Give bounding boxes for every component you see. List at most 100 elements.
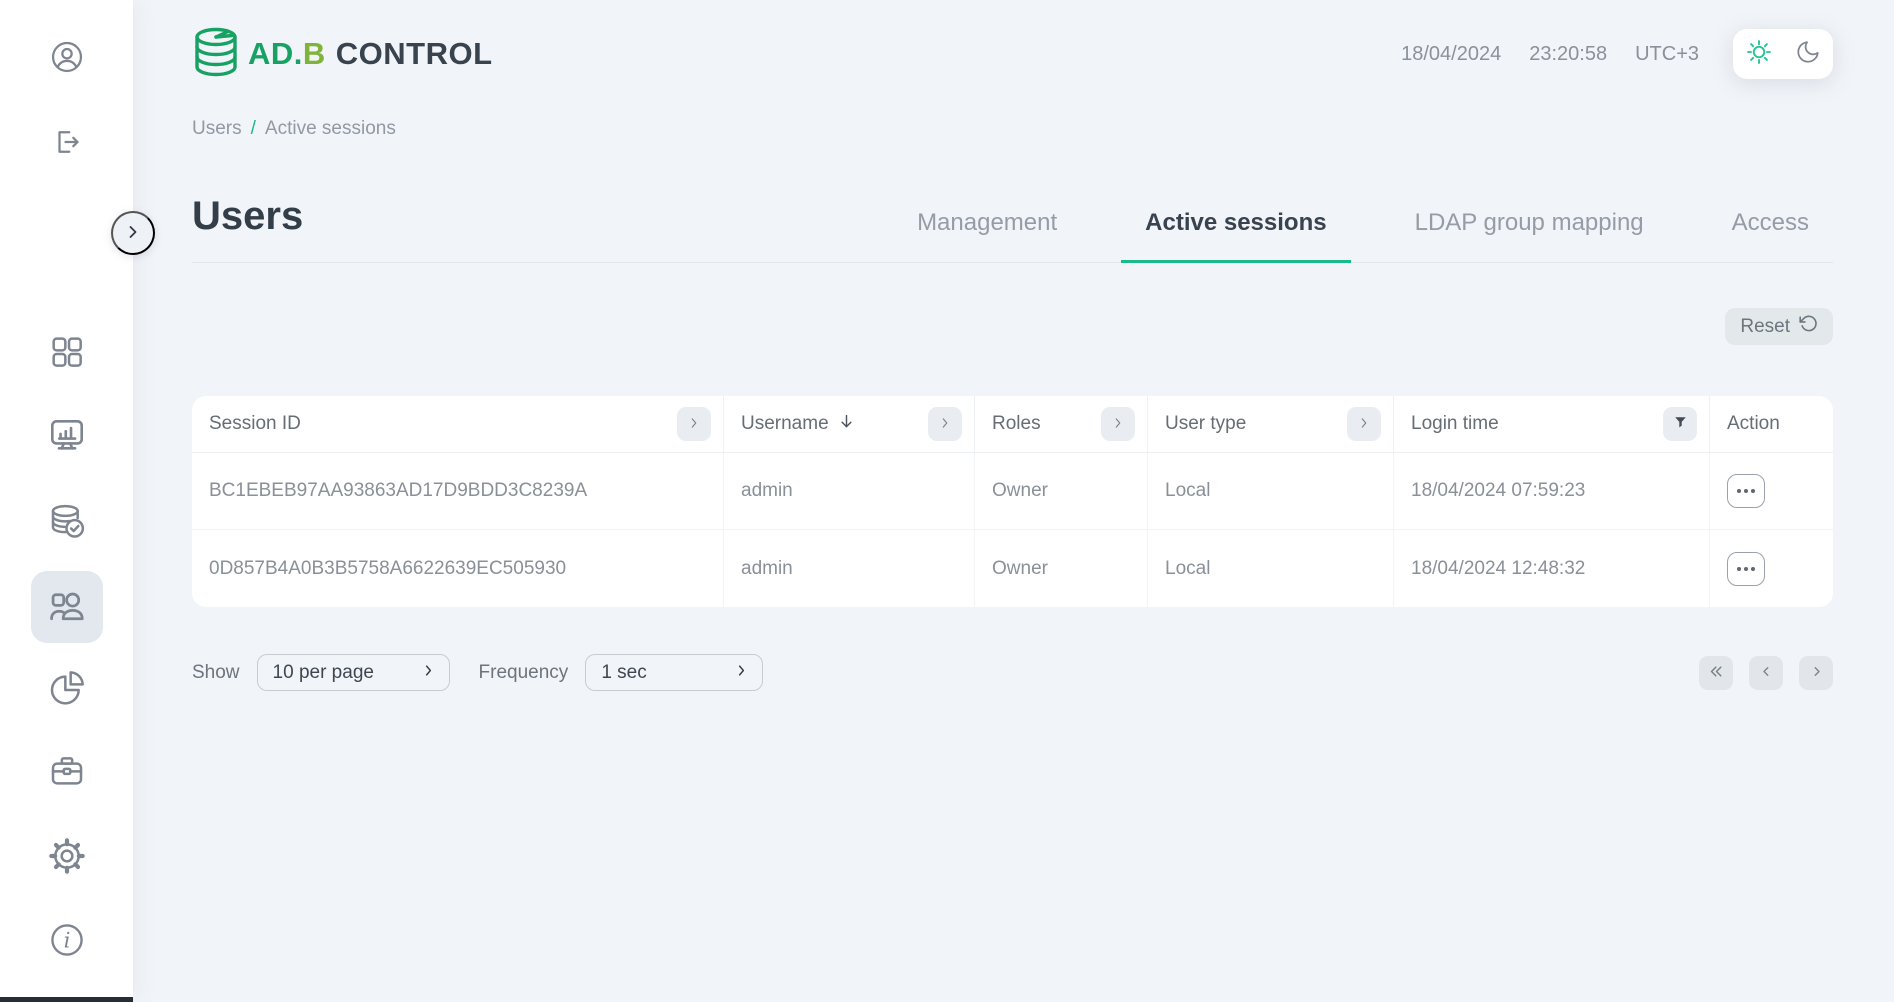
sidebar-item-jobs[interactable]	[45, 751, 89, 795]
column-header-action: Action	[1710, 396, 1833, 452]
cell-roles: Owner	[975, 530, 1148, 607]
frequency-dropdown[interactable]: 1 sec	[585, 654, 763, 691]
svg-text:i: i	[63, 928, 70, 953]
logo-wordmark: AD. B CONTROL	[248, 36, 493, 72]
cell-session-id: 0D857B4A0B3B5758A6622639EC505930	[192, 530, 724, 607]
active-sessions-table: Session ID Username Roles	[192, 396, 1833, 607]
reports-icon	[47, 668, 87, 713]
timezone: UTC+3	[1635, 43, 1699, 66]
account-icon	[49, 39, 85, 80]
next-page-button[interactable]	[1799, 656, 1833, 690]
dashboard-icon	[47, 332, 87, 377]
sidebar-item-reports[interactable]	[45, 668, 89, 712]
chevron-right-icon	[123, 222, 143, 245]
sidebar-item-database-audit[interactable]	[45, 501, 89, 545]
logo-text-suffix: CONTROL	[336, 36, 493, 72]
column-header-user-type: User type	[1148, 396, 1394, 452]
column-header-username: Username	[724, 396, 975, 452]
logo-text-secondary: B	[303, 36, 326, 72]
info-icon: i	[48, 921, 86, 964]
top-bar: AD. B CONTROL 18/04/2024 23:20:58 UTC+3	[192, 26, 1833, 82]
sidebar-item-dashboard[interactable]	[45, 332, 89, 376]
column-header-session-id: Session ID	[192, 396, 724, 452]
top-bar-right: 18/04/2024 23:20:58 UTC+3	[1401, 29, 1833, 79]
column-header-login-time: Login time	[1394, 396, 1710, 452]
tab-ldap-group-mapping[interactable]: LDAP group mapping	[1391, 209, 1668, 263]
tab-active-sessions[interactable]: Active sessions	[1121, 209, 1350, 263]
cell-action	[1710, 530, 1833, 607]
chevron-right-icon	[938, 416, 952, 433]
sidebar-item-account[interactable]	[45, 37, 89, 81]
chevron-right-icon	[734, 662, 749, 684]
column-label: Login time	[1411, 413, 1499, 435]
tab-access[interactable]: Access	[1708, 209, 1833, 263]
sidebar-expand-button[interactable]	[111, 211, 155, 255]
reset-button[interactable]: Reset	[1725, 308, 1833, 345]
current-date: 18/04/2024	[1401, 43, 1501, 66]
sort-desc-icon[interactable]	[837, 412, 856, 437]
sidebar: i	[0, 0, 133, 1002]
table-row: 0D857B4A0B3B5758A6622639EC505930 admin O…	[192, 530, 1833, 607]
toolbar-row: Reset	[192, 308, 1833, 345]
column-label: Action	[1727, 413, 1780, 435]
sidebar-item-logout[interactable]	[45, 122, 89, 166]
previous-page-button[interactable]	[1749, 656, 1783, 690]
column-expand-button[interactable]	[1101, 407, 1135, 441]
funnel-icon	[1673, 415, 1688, 433]
row-actions-button[interactable]	[1727, 474, 1765, 508]
first-page-button[interactable]	[1699, 656, 1733, 690]
chevron-right-icon	[1357, 416, 1371, 433]
settings-icon	[47, 836, 87, 881]
breadcrumb-current: Active sessions	[265, 118, 396, 140]
cell-action	[1710, 453, 1833, 529]
title-and-tabs-row: Users Management Active sessions LDAP gr…	[192, 194, 1833, 263]
table-header-row: Session ID Username Roles	[192, 396, 1833, 453]
breadcrumb-parent[interactable]: Users	[192, 118, 242, 140]
reset-button-label: Reset	[1740, 316, 1790, 338]
sidebar-item-info[interactable]: i	[45, 920, 89, 964]
monitoring-icon	[46, 414, 88, 461]
cell-login-time: 18/04/2024 12:48:32	[1394, 530, 1710, 607]
column-label: User type	[1165, 413, 1246, 435]
sidebar-item-settings[interactable]	[45, 836, 89, 880]
page-size-dropdown[interactable]: 10 per page	[257, 654, 450, 691]
tab-management[interactable]: Management	[893, 209, 1081, 263]
column-expand-button[interactable]	[928, 407, 962, 441]
cell-username: admin	[724, 453, 975, 529]
chevron-right-icon	[687, 416, 701, 433]
column-expand-button[interactable]	[677, 407, 711, 441]
pagination	[1699, 656, 1833, 690]
cell-username: admin	[724, 530, 975, 607]
sidebar-item-monitoring[interactable]	[45, 415, 89, 459]
frequency-label: Frequency	[479, 662, 569, 684]
double-chevron-left-icon	[1708, 663, 1725, 683]
tabs: Management Active sessions LDAP group ma…	[893, 209, 1833, 263]
sun-icon[interactable]	[1745, 38, 1773, 71]
logout-icon	[49, 124, 85, 165]
window-edge-strip	[0, 997, 133, 1002]
row-actions-button[interactable]	[1727, 552, 1765, 586]
filter-button[interactable]	[1663, 407, 1697, 441]
sidebar-item-users[interactable]	[31, 571, 103, 643]
breadcrumb-separator: /	[251, 118, 256, 140]
clock: 18/04/2024 23:20:58 UTC+3	[1401, 43, 1699, 66]
show-label: Show	[192, 662, 240, 684]
table-footer-controls: Show 10 per page Frequency 1 sec	[192, 654, 1833, 691]
cell-user-type: Local	[1148, 530, 1394, 607]
column-expand-button[interactable]	[1347, 407, 1381, 441]
jobs-icon	[47, 751, 87, 796]
page-size-value: 10 per page	[273, 662, 374, 684]
cell-login-time: 18/04/2024 07:59:23	[1394, 453, 1710, 529]
main-content: AD. B CONTROL 18/04/2024 23:20:58 UTC+3 …	[133, 0, 1894, 691]
chevron-left-icon	[1759, 664, 1774, 682]
app-logo: AD. B CONTROL	[192, 26, 493, 83]
cell-user-type: Local	[1148, 453, 1394, 529]
database-audit-icon	[47, 501, 87, 546]
moon-icon[interactable]	[1795, 39, 1821, 70]
cell-session-id: BC1EBEB97AA93863AD17D9BDD3C8239A	[192, 453, 724, 529]
frequency-value: 1 sec	[601, 662, 646, 684]
logo-text-primary: AD.	[248, 36, 303, 72]
column-label: Username	[741, 413, 829, 435]
chevron-right-icon	[421, 662, 436, 684]
page-title: Users	[192, 194, 303, 263]
